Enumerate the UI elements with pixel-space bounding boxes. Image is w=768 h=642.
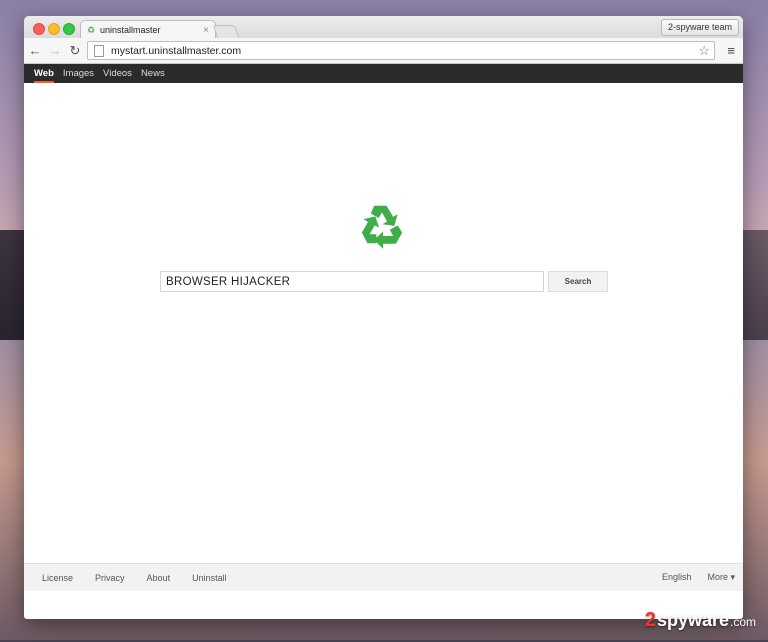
page-icon — [94, 44, 104, 57]
footer-link-license[interactable]: License — [42, 573, 73, 583]
reload-icon[interactable]: ↻ — [66, 43, 84, 59]
tab-title: uninstallmaster — [100, 25, 161, 35]
watermark-tld: .com — [729, 615, 756, 629]
search-category-nav: Web Images Videos News — [24, 64, 743, 83]
desktop-scenery-right — [742, 230, 768, 340]
browser-window: ♻ uninstallmaster × 2-spyware team ← → ↻… — [24, 16, 743, 619]
page-content: Search License Privacy About Uninstall E… — [24, 83, 743, 591]
footer-link-uninstall[interactable]: Uninstall — [192, 573, 227, 583]
nav-item-news[interactable]: News — [141, 64, 165, 83]
browser-tab[interactable]: ♻ uninstallmaster × — [80, 20, 216, 39]
address-url[interactable]: mystart.uninstallmaster.com — [111, 45, 698, 57]
title-bar: ♻ uninstallmaster × 2-spyware team — [24, 16, 743, 39]
footer-link-about[interactable]: About — [147, 573, 171, 583]
address-bar[interactable]: mystart.uninstallmaster.com ☆ — [87, 41, 715, 60]
close-window-button[interactable] — [33, 23, 45, 35]
language-selector[interactable]: English — [662, 572, 692, 583]
watermark-brand: spyware — [656, 610, 729, 630]
watermark-digit: 2 — [644, 609, 656, 631]
search-form: Search — [160, 271, 608, 292]
star-icon[interactable]: ☆ — [698, 43, 710, 59]
zoom-window-button[interactable] — [63, 23, 75, 35]
menu-icon[interactable]: ≡ — [727, 43, 735, 58]
recycle-icon — [361, 205, 403, 249]
page-footer: License Privacy About Uninstall English … — [24, 563, 743, 591]
new-tab-button[interactable] — [212, 25, 240, 38]
browser-toolbar: ← → ↻ mystart.uninstallmaster.com ☆ ≡ — [24, 38, 743, 64]
forward-arrow-icon[interactable]: → — [46, 43, 64, 58]
search-input[interactable] — [160, 271, 544, 292]
footer-link-privacy[interactable]: Privacy — [95, 573, 125, 583]
site-watermark: 2 spyware .com — [645, 609, 756, 632]
tab-close-icon[interactable]: × — [203, 25, 209, 36]
more-dropdown[interactable]: More ▾ — [707, 572, 735, 583]
profile-button[interactable]: 2-spyware team — [660, 19, 739, 36]
search-button[interactable]: Search — [548, 271, 608, 292]
nav-item-videos[interactable]: Videos — [103, 64, 132, 83]
minimize-window-button[interactable] — [48, 23, 60, 35]
back-arrow-icon[interactable]: ← — [26, 43, 44, 58]
nav-item-images[interactable]: Images — [63, 64, 94, 83]
nav-item-web[interactable]: Web — [34, 64, 54, 83]
recycle-favicon-icon: ♻ — [87, 24, 96, 35]
